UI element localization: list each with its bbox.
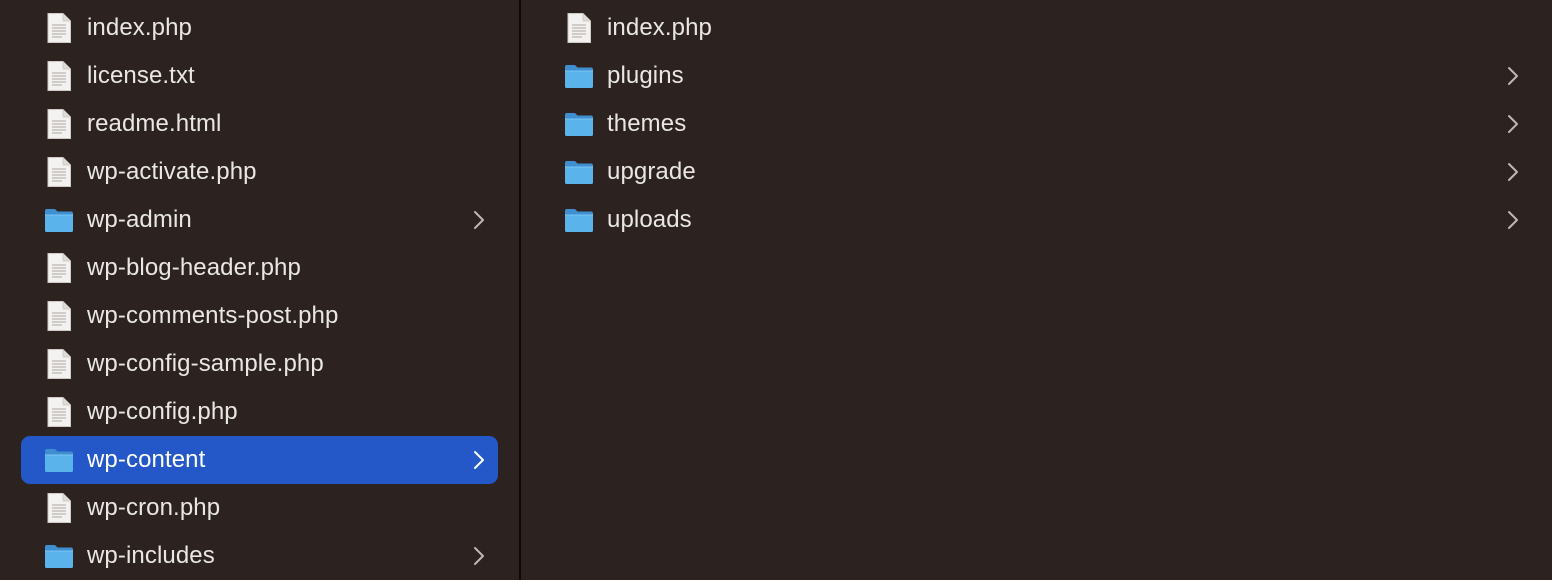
item-label: uploads <box>607 206 692 233</box>
item-label: index.php <box>87 14 192 41</box>
item-label: wp-cron.php <box>87 494 221 521</box>
file-row-license-txt[interactable]: license.txt <box>21 52 498 100</box>
folder-row-themes[interactable]: themes <box>541 100 1532 148</box>
item-label: plugins <box>607 62 684 89</box>
item-label: license.txt <box>87 62 195 89</box>
finder-column-view: index.php license.txt readme.html wp-activa… <box>0 0 1552 580</box>
file-row-wp-comments-post-php[interactable]: wp-comments-post.php <box>21 292 498 340</box>
item-label: wp-config-sample.php <box>87 350 324 377</box>
folder-row-wp-content[interactable]: wp-content <box>21 436 498 484</box>
chevron-right-icon <box>468 545 490 567</box>
item-label: wp-includes <box>87 542 215 569</box>
folder-row-upgrade[interactable]: upgrade <box>541 148 1532 196</box>
document-icon <box>43 348 75 380</box>
document-icon <box>43 300 75 332</box>
folder-icon <box>43 204 75 236</box>
file-row-index-php[interactable]: index.php <box>21 4 498 52</box>
folder-icon <box>563 204 595 236</box>
file-row-wp-cron-php[interactable]: wp-cron.php <box>21 484 498 532</box>
item-label: readme.html <box>87 110 222 137</box>
document-icon <box>43 396 75 428</box>
document-icon <box>43 156 75 188</box>
folder-row-plugins[interactable]: plugins <box>541 52 1532 100</box>
chevron-right-icon <box>1502 113 1524 135</box>
folder-icon <box>563 108 595 140</box>
item-label: upgrade <box>607 158 696 185</box>
file-row-wp-config-sample-php[interactable]: wp-config-sample.php <box>21 340 498 388</box>
folder-icon <box>43 540 75 572</box>
item-label: themes <box>607 110 687 137</box>
item-label: index.php <box>607 14 712 41</box>
file-row-wp-config-php[interactable]: wp-config.php <box>21 388 498 436</box>
item-label: wp-comments-post.php <box>87 302 339 329</box>
item-label: wp-content <box>87 446 206 473</box>
document-icon <box>43 12 75 44</box>
column-wp-content[interactable]: index.php plugins themes upgrade uploads <box>521 0 1552 580</box>
folder-row-wp-includes[interactable]: wp-includes <box>21 532 498 580</box>
file-row-wp-blog-header-php[interactable]: wp-blog-header.php <box>21 244 498 292</box>
chevron-right-icon <box>1502 65 1524 87</box>
document-icon <box>43 492 75 524</box>
file-row-readme-html[interactable]: readme.html <box>21 100 498 148</box>
chevron-right-icon <box>468 449 490 471</box>
folder-icon <box>563 60 595 92</box>
chevron-right-icon <box>468 209 490 231</box>
folder-row-wp-admin[interactable]: wp-admin <box>21 196 498 244</box>
chevron-right-icon <box>1502 161 1524 183</box>
file-row-wp-activate-php[interactable]: wp-activate.php <box>21 148 498 196</box>
folder-icon <box>43 444 75 476</box>
item-label: wp-admin <box>87 206 192 233</box>
item-label: wp-blog-header.php <box>87 254 301 281</box>
item-label: wp-config.php <box>87 398 238 425</box>
document-icon <box>43 252 75 284</box>
item-label: wp-activate.php <box>87 158 257 185</box>
document-icon <box>563 12 595 44</box>
folder-icon <box>563 156 595 188</box>
document-icon <box>43 60 75 92</box>
file-row-index-php[interactable]: index.php <box>541 4 1532 52</box>
folder-row-uploads[interactable]: uploads <box>541 196 1532 244</box>
column-wordpress-root[interactable]: index.php license.txt readme.html wp-activa… <box>0 0 519 580</box>
document-icon <box>43 108 75 140</box>
chevron-right-icon <box>1502 209 1524 231</box>
